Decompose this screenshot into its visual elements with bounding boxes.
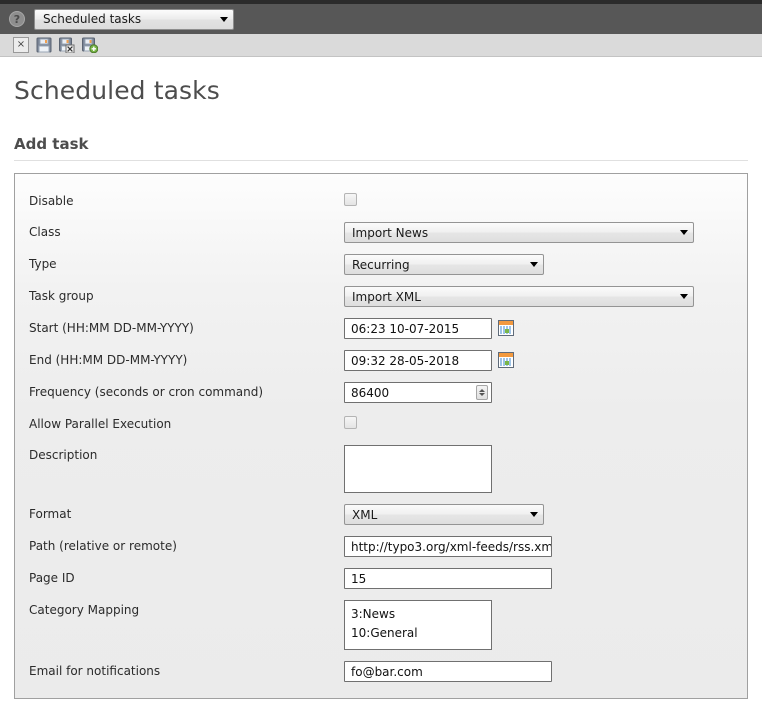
- disable-checkbox[interactable]: [344, 193, 357, 206]
- path-input[interactable]: http://typo3.org/xml-feeds/rss.xml: [344, 536, 552, 557]
- add-task-form-panel: Disable Class Import News Type Recurring: [14, 173, 748, 699]
- chevron-down-icon: [530, 262, 538, 267]
- close-icon: ×: [16, 39, 26, 50]
- label-path: Path (relative or remote): [29, 539, 177, 553]
- description-textarea[interactable]: [344, 445, 492, 493]
- form-row-frequency: Frequency (seconds or cron command) 8640…: [15, 382, 747, 403]
- section-divider: [14, 160, 748, 161]
- start-calendar-icon[interactable]: [498, 320, 514, 336]
- form-row-path: Path (relative or remote) http://typo3.o…: [15, 536, 747, 557]
- save-new-icon: [82, 37, 99, 54]
- label-parallel-execution: Allow Parallel Execution: [29, 417, 172, 431]
- frequency-input-value: 86400: [351, 385, 390, 400]
- class-select[interactable]: Import News: [344, 222, 694, 243]
- start-input[interactable]: 06:23 10-07-2015: [344, 318, 492, 339]
- form-row-type: Type Recurring: [15, 254, 747, 275]
- label-class: Class: [29, 225, 61, 239]
- save-document-button[interactable]: [36, 37, 52, 53]
- format-select-value: XML: [352, 507, 378, 522]
- type-select-value: Recurring: [352, 257, 410, 272]
- page-title: Scheduled tasks: [14, 76, 220, 105]
- path-input-value: http://typo3.org/xml-feeds/rss.xml: [351, 539, 552, 554]
- form-row-category-mapping: Category Mapping 3:News 10:General: [15, 600, 747, 650]
- start-input-value: 06:23 10-07-2015: [351, 321, 460, 336]
- label-type: Type: [29, 257, 57, 271]
- form-row-end: End (HH:MM DD-MM-YYYY) 09:32 28-05-2018: [15, 350, 747, 371]
- module-select[interactable]: Scheduled tasks: [34, 8, 234, 30]
- form-row-disable: Disable: [15, 191, 747, 211]
- label-frequency: Frequency (seconds or cron command): [29, 385, 264, 399]
- save-and-close-document-button[interactable]: [59, 37, 75, 54]
- label-category-mapping: Category Mapping: [29, 603, 140, 617]
- module-bar: ? Scheduled tasks: [0, 4, 762, 34]
- form-row-start: Start (HH:MM DD-MM-YYYY) 06:23 10-07-201…: [15, 318, 747, 339]
- task-group-select[interactable]: Import XML: [344, 286, 694, 307]
- save-icon: [36, 37, 52, 53]
- module-select-value: Scheduled tasks: [43, 12, 142, 26]
- end-input-value: 09:32 28-05-2018: [351, 353, 460, 368]
- save-and-new-document-button[interactable]: [82, 37, 99, 54]
- form-row-description: Description: [15, 445, 747, 493]
- type-select[interactable]: Recurring: [344, 254, 544, 275]
- chevron-down-icon: [680, 230, 688, 235]
- frequency-stepper[interactable]: [476, 385, 488, 400]
- save-close-icon: [59, 37, 75, 54]
- label-disable: Disable: [29, 194, 74, 208]
- form-row-class: Class Import News: [15, 222, 747, 243]
- page-id-input-value: 15: [351, 571, 367, 586]
- label-end: End (HH:MM DD-MM-YYYY): [29, 353, 188, 367]
- email-input-value: fo@bar.com: [351, 664, 423, 679]
- chevron-down-icon: [530, 512, 538, 517]
- chevron-down-icon: [680, 294, 688, 299]
- parallel-execution-checkbox[interactable]: [344, 416, 357, 429]
- end-calendar-icon[interactable]: [498, 352, 514, 368]
- label-format: Format: [29, 507, 72, 521]
- page-id-input[interactable]: 15: [344, 568, 552, 589]
- form-row-parallel-execution: Allow Parallel Execution: [15, 414, 747, 434]
- document-toolbar: ×: [0, 34, 762, 57]
- format-select[interactable]: XML: [344, 504, 544, 525]
- email-input[interactable]: fo@bar.com: [344, 661, 552, 682]
- close-document-button[interactable]: ×: [13, 37, 29, 53]
- label-page-id: Page ID: [29, 571, 75, 585]
- section-title: Add task: [14, 135, 89, 153]
- class-select-value: Import News: [352, 225, 429, 240]
- label-description: Description: [29, 448, 98, 462]
- form-row-task-group: Task group Import XML: [15, 286, 747, 307]
- label-start: Start (HH:MM DD-MM-YYYY): [29, 321, 194, 335]
- form-row-format: Format XML: [15, 504, 747, 525]
- task-group-select-value: Import XML: [352, 289, 421, 304]
- end-input[interactable]: 09:32 28-05-2018: [344, 350, 492, 371]
- category-mapping-textarea[interactable]: 3:News 10:General: [344, 600, 492, 650]
- label-task-group: Task group: [29, 289, 94, 303]
- page-content: Scheduled tasks Add task Disable Class I…: [0, 76, 762, 699]
- help-circle-icon[interactable]: ?: [9, 11, 25, 27]
- label-email: Email for notifications: [29, 664, 161, 678]
- form-row-email: Email for notifications fo@bar.com: [15, 661, 747, 682]
- form-row-page-id: Page ID 15: [15, 568, 747, 589]
- chevron-down-icon: [220, 16, 228, 22]
- frequency-input[interactable]: 86400: [344, 382, 492, 403]
